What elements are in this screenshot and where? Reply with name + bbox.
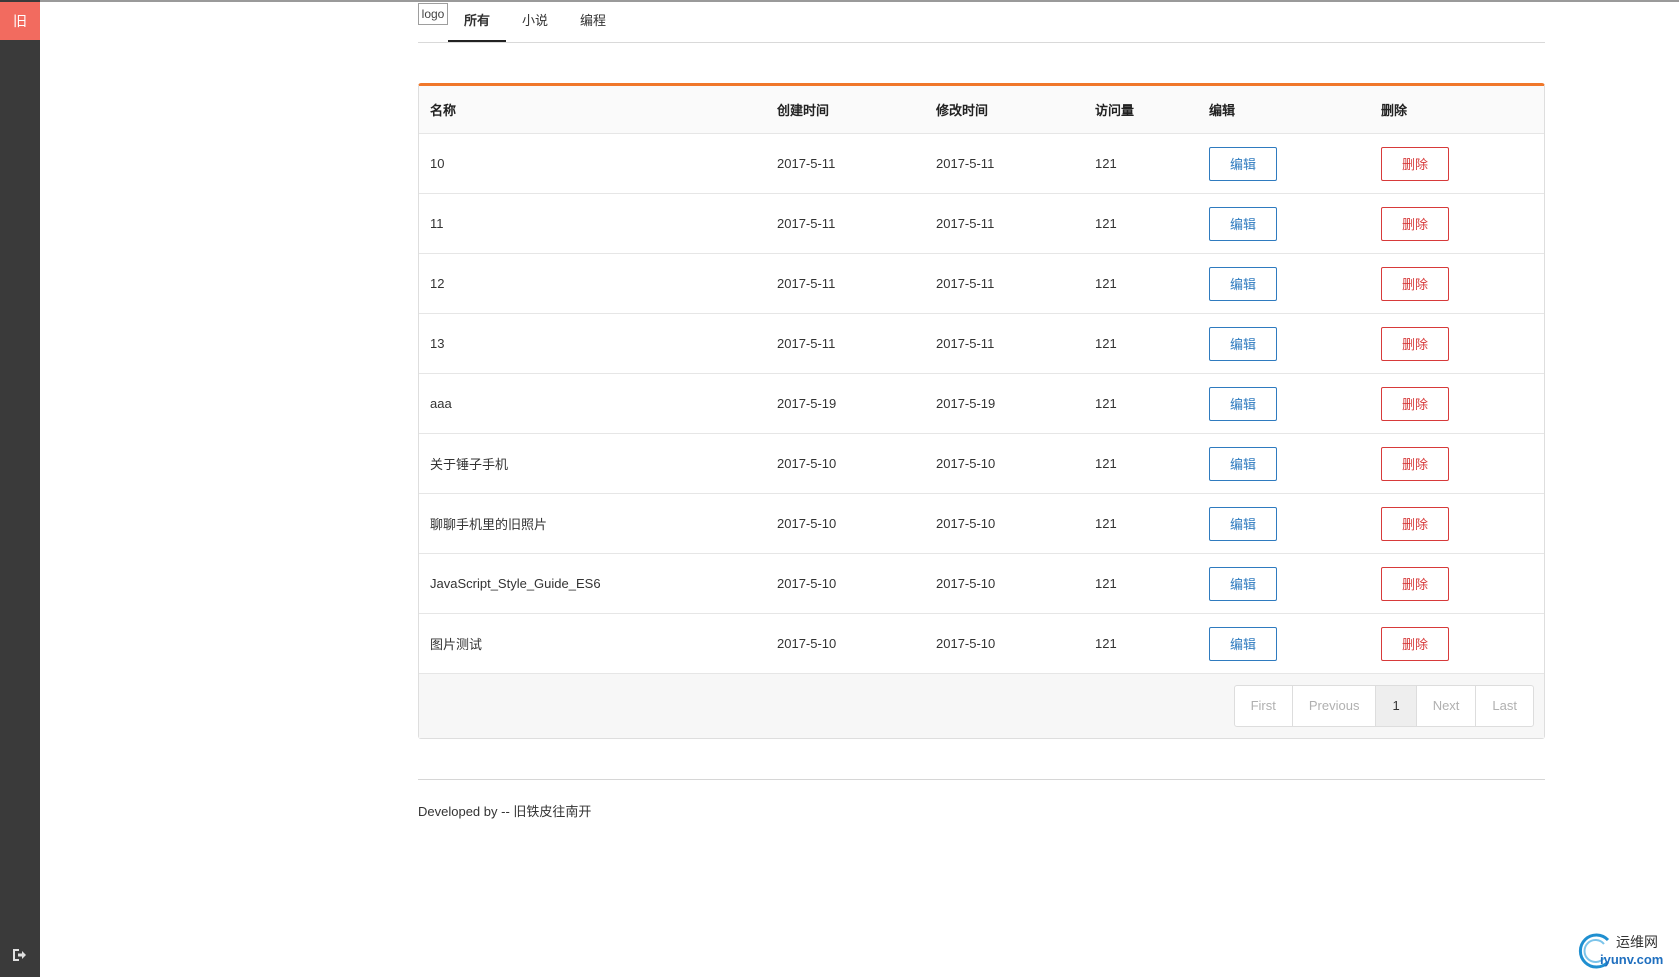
- modified-date: 2017-5-19: [936, 396, 996, 411]
- edit-button[interactable]: 编辑: [1209, 386, 1277, 421]
- visit-count: 121: [1095, 456, 1117, 471]
- table-body: 10 2017-5-11 2017-5-11 121 编辑 删除 11 2017-5-11 20…: [419, 134, 1544, 674]
- visit-count: 121: [1095, 576, 1117, 591]
- delete-button[interactable]: 删除: [1381, 266, 1449, 301]
- modified-date: 2017-5-11: [936, 276, 995, 291]
- modified-date: 2017-5-11: [936, 336, 995, 351]
- site-logo[interactable]: logo: [418, 3, 448, 25]
- delete-button[interactable]: 删除: [1381, 626, 1449, 661]
- created-date: 2017-5-11: [777, 276, 836, 291]
- modified-date: 2017-5-10: [936, 576, 996, 591]
- article-name: 12: [430, 276, 445, 291]
- article-name: aaa: [430, 396, 452, 411]
- edit-button[interactable]: 编辑: [1209, 326, 1277, 361]
- edit-button[interactable]: 编辑: [1209, 266, 1277, 301]
- created-date: 2017-5-11: [777, 216, 836, 231]
- column-header-created: 创建时间: [777, 103, 830, 118]
- article-name: 聊聊手机里的旧照片: [430, 517, 548, 532]
- page-first-button[interactable]: First: [1235, 686, 1292, 726]
- column-header-visits: 访问量: [1095, 103, 1135, 118]
- created-date: 2017-5-10: [777, 516, 837, 531]
- modified-date: 2017-5-11: [936, 156, 995, 171]
- article-name: 图片测试: [430, 637, 483, 652]
- visit-count: 121: [1095, 396, 1117, 411]
- created-date: 2017-5-10: [777, 576, 837, 591]
- article-name: 11: [430, 216, 444, 231]
- created-date: 2017-5-19: [777, 396, 837, 411]
- footer-credit: Developed by -- 旧铁皮往南开: [418, 804, 592, 819]
- tab-0[interactable]: 所有: [448, 0, 507, 42]
- delete-button[interactable]: 删除: [1381, 326, 1449, 361]
- visit-count: 121: [1095, 516, 1117, 531]
- page-next-button[interactable]: Next: [1415, 686, 1476, 726]
- edit-button[interactable]: 编辑: [1209, 626, 1277, 661]
- table-footer: First Previous 1 Next Last: [419, 674, 1544, 738]
- column-header-name: 名称: [430, 103, 457, 118]
- created-date: 2017-5-10: [777, 636, 837, 651]
- table-row: 图片测试 2017-5-10 2017-5-10 121 编辑 删除: [419, 614, 1544, 674]
- table-row: 13 2017-5-11 2017-5-11 121 编辑 删除: [419, 314, 1544, 374]
- sidebar-logo[interactable]: 旧: [0, 2, 40, 40]
- table-row: 12 2017-5-11 2017-5-11 121 编辑 删除: [419, 254, 1544, 314]
- edit-button[interactable]: 编辑: [1209, 506, 1277, 541]
- articles-panel: 名称 创建时间 修改时间 访问量 编辑 删除 10 2017-5-11 2017-5…: [418, 83, 1545, 739]
- created-date: 2017-5-10: [777, 456, 837, 471]
- visit-count: 121: [1095, 156, 1117, 171]
- main-content: logo 所有 小说 编程 名称 创建时间 修改时间 访问量 编辑 删除 10 201…: [418, 0, 1545, 739]
- pagination: First Previous 1 Next Last: [1233, 685, 1534, 727]
- table-row: JavaScript_Style_Guide_ES6 2017-5-10 2017-…: [419, 554, 1544, 614]
- sign-out-icon[interactable]: [10, 946, 28, 964]
- sidebar: 旧: [0, 0, 40, 977]
- created-date: 2017-5-11: [777, 336, 836, 351]
- delete-button[interactable]: 删除: [1381, 386, 1449, 421]
- visit-count: 121: [1095, 636, 1117, 651]
- visit-count: 121: [1095, 216, 1117, 231]
- modified-date: 2017-5-10: [936, 636, 996, 651]
- edit-button[interactable]: 编辑: [1209, 206, 1277, 241]
- table-row: 聊聊手机里的旧照片 2017-5-10 2017-5-10 121 编辑 删除: [419, 494, 1544, 554]
- tab-2[interactable]: 编程: [564, 0, 622, 40]
- delete-button[interactable]: 删除: [1381, 506, 1449, 541]
- delete-button[interactable]: 删除: [1381, 566, 1449, 601]
- column-header-edit: 编辑: [1209, 103, 1236, 118]
- page-previous-button[interactable]: Previous: [1291, 686, 1376, 726]
- visit-count: 121: [1095, 336, 1117, 351]
- category-tabs: 所有 小说 编程: [448, 0, 622, 42]
- delete-button[interactable]: 删除: [1381, 446, 1449, 481]
- article-name: 关于锤子手机: [430, 457, 509, 472]
- edit-button[interactable]: 编辑: [1209, 146, 1277, 181]
- created-date: 2017-5-11: [777, 156, 836, 171]
- article-name: 10: [430, 156, 445, 171]
- column-header-modified: 修改时间: [936, 103, 989, 118]
- table-header: 名称 创建时间 修改时间 访问量 编辑 删除: [419, 86, 1544, 134]
- modified-date: 2017-5-10: [936, 516, 996, 531]
- delete-button[interactable]: 删除: [1381, 146, 1449, 181]
- column-header-delete: 删除: [1381, 103, 1408, 118]
- edit-button[interactable]: 编辑: [1209, 566, 1277, 601]
- tab-1[interactable]: 小说: [506, 0, 564, 40]
- top-nav: logo 所有 小说 编程: [418, 0, 1545, 43]
- table-row: aaa 2017-5-19 2017-5-19 121 编辑 删除: [419, 374, 1544, 434]
- page-current-button[interactable]: 1: [1375, 686, 1416, 726]
- table-row: 10 2017-5-11 2017-5-11 121 编辑 删除: [419, 134, 1544, 194]
- article-name: JavaScript_Style_Guide_ES6: [430, 576, 601, 591]
- table-row: 关于锤子手机 2017-5-10 2017-5-10 121 编辑 删除: [419, 434, 1544, 494]
- edit-button[interactable]: 编辑: [1209, 446, 1277, 481]
- visit-count: 121: [1095, 276, 1117, 291]
- watermark: 运维网 iyunv.com: [1574, 930, 1674, 970]
- footer-divider: [418, 779, 1545, 780]
- delete-button[interactable]: 删除: [1381, 206, 1449, 241]
- watermark-text-cn: 运维网: [1616, 934, 1658, 950]
- page-last-button[interactable]: Last: [1475, 686, 1533, 726]
- table-row: 11 2017-5-11 2017-5-11 121 编辑 删除: [419, 194, 1544, 254]
- modified-date: 2017-5-11: [936, 216, 995, 231]
- modified-date: 2017-5-10: [936, 456, 996, 471]
- article-name: 13: [430, 336, 445, 351]
- watermark-text-en: iyunv.com: [1600, 952, 1664, 967]
